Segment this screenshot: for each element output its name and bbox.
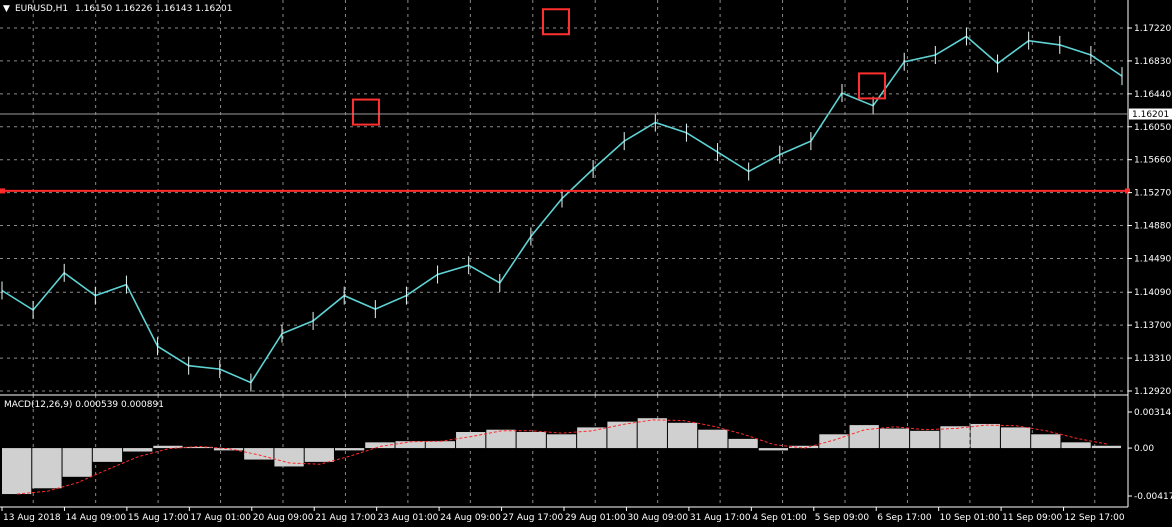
current-price-label: 1.16201 xyxy=(1132,110,1169,120)
macd-bar xyxy=(516,431,546,449)
macd-bar xyxy=(123,448,153,452)
macd-bar xyxy=(1000,427,1031,449)
time-tick-label: 24 Aug 09:00 xyxy=(440,513,501,523)
price-tick-label: 1.14090 xyxy=(1134,288,1171,298)
macd-bar xyxy=(213,448,244,451)
macd-bar xyxy=(1061,442,1091,449)
price-tick-label: 1.14490 xyxy=(1134,254,1171,264)
macd-bar xyxy=(425,441,456,449)
macd-bar xyxy=(1031,434,1061,449)
price-tick-label: 1.16050 xyxy=(1134,123,1171,133)
time-tick-label: 10 Sep 01:00 xyxy=(940,513,1000,523)
time-tick-label: 17 Aug 01:00 xyxy=(190,513,251,523)
macd-tick-label: -0.00417 xyxy=(1134,492,1172,502)
macd-bar xyxy=(32,448,62,489)
price-tick-label: 1.17220 xyxy=(1134,24,1171,34)
macd-bar xyxy=(62,448,92,477)
symbol-label: EURUSD,H1 xyxy=(15,4,68,14)
macd-label: MACD(12,26,9) 0.000539 0.000891 xyxy=(4,400,164,410)
macd-bar xyxy=(2,448,32,495)
macd-bar xyxy=(758,448,789,451)
macd-bar xyxy=(153,445,183,449)
price-tick-label: 1.16830 xyxy=(1134,57,1171,67)
support-handle-left[interactable] xyxy=(0,188,5,194)
time-tick-label: 12 Sep 17:00 xyxy=(1065,513,1125,523)
dropdown-icon[interactable]: ▼ xyxy=(3,4,10,14)
time-tick-label: 20 Aug 09:00 xyxy=(253,513,314,523)
time-tick-label: 30 Aug 09:00 xyxy=(627,513,688,523)
price-tick-label: 1.15270 xyxy=(1134,189,1171,199)
time-tick-label: 15 Aug 17:00 xyxy=(128,513,189,523)
price-tick-label: 1.13310 xyxy=(1134,354,1171,364)
time-tick-label: 6 Sep 17:00 xyxy=(877,513,932,523)
macd-bar xyxy=(1091,445,1121,449)
price-tick-label: 1.12920 xyxy=(1134,387,1171,397)
macd-bar xyxy=(183,446,213,449)
macd-bar xyxy=(334,448,365,451)
time-tick-label: 14 Aug 09:00 xyxy=(65,513,126,523)
macd-bar xyxy=(789,445,819,449)
macd-tick-label: 0.00 xyxy=(1134,444,1154,454)
macd-bar xyxy=(92,448,123,462)
macd-bar xyxy=(879,428,910,449)
macd-bar xyxy=(910,430,940,449)
chart-canvas[interactable]: 1.17220 1.16830 1.16440 1.16050 1.15660 1.152… xyxy=(0,0,1172,527)
macd-bar xyxy=(577,427,607,449)
time-tick-label: 31 Aug 17:00 xyxy=(690,513,751,523)
macd-bar xyxy=(667,422,698,449)
time-tick-label: 21 Aug 17:00 xyxy=(315,513,376,523)
macd-bar xyxy=(728,438,758,449)
macd-bar xyxy=(940,426,970,449)
ohlc-values: 1.16150 1.16226 1.16143 1.16201 xyxy=(75,4,232,14)
macd-bar xyxy=(698,429,728,449)
price-tick-label: 1.14880 xyxy=(1134,222,1171,232)
price-tick-label: 1.13700 xyxy=(1134,321,1171,331)
time-tick-label: 4 Sep 01:00 xyxy=(752,513,807,523)
macd-tick-label: 0.00314 xyxy=(1134,408,1171,418)
time-tick-label: 11 Sep 09:00 xyxy=(1002,513,1062,523)
time-tick-label: 13 Aug 2018 xyxy=(3,513,61,523)
macd-bar xyxy=(970,423,1000,449)
price-tick-label: 1.16440 xyxy=(1134,90,1171,100)
time-tick-label: 5 Sep 09:00 xyxy=(815,513,870,523)
macd-bar xyxy=(637,418,667,449)
macd-bar xyxy=(546,434,577,449)
time-tick-label: 29 Aug 01:00 xyxy=(565,513,626,523)
time-tick-label: 27 Aug 17:00 xyxy=(503,513,564,523)
macd-bar xyxy=(607,421,637,449)
macd-bar xyxy=(304,448,334,462)
time-tick-label: 23 Aug 01:00 xyxy=(378,513,439,523)
price-tick-label: 1.15660 xyxy=(1134,156,1171,166)
macd-bar xyxy=(849,425,879,449)
